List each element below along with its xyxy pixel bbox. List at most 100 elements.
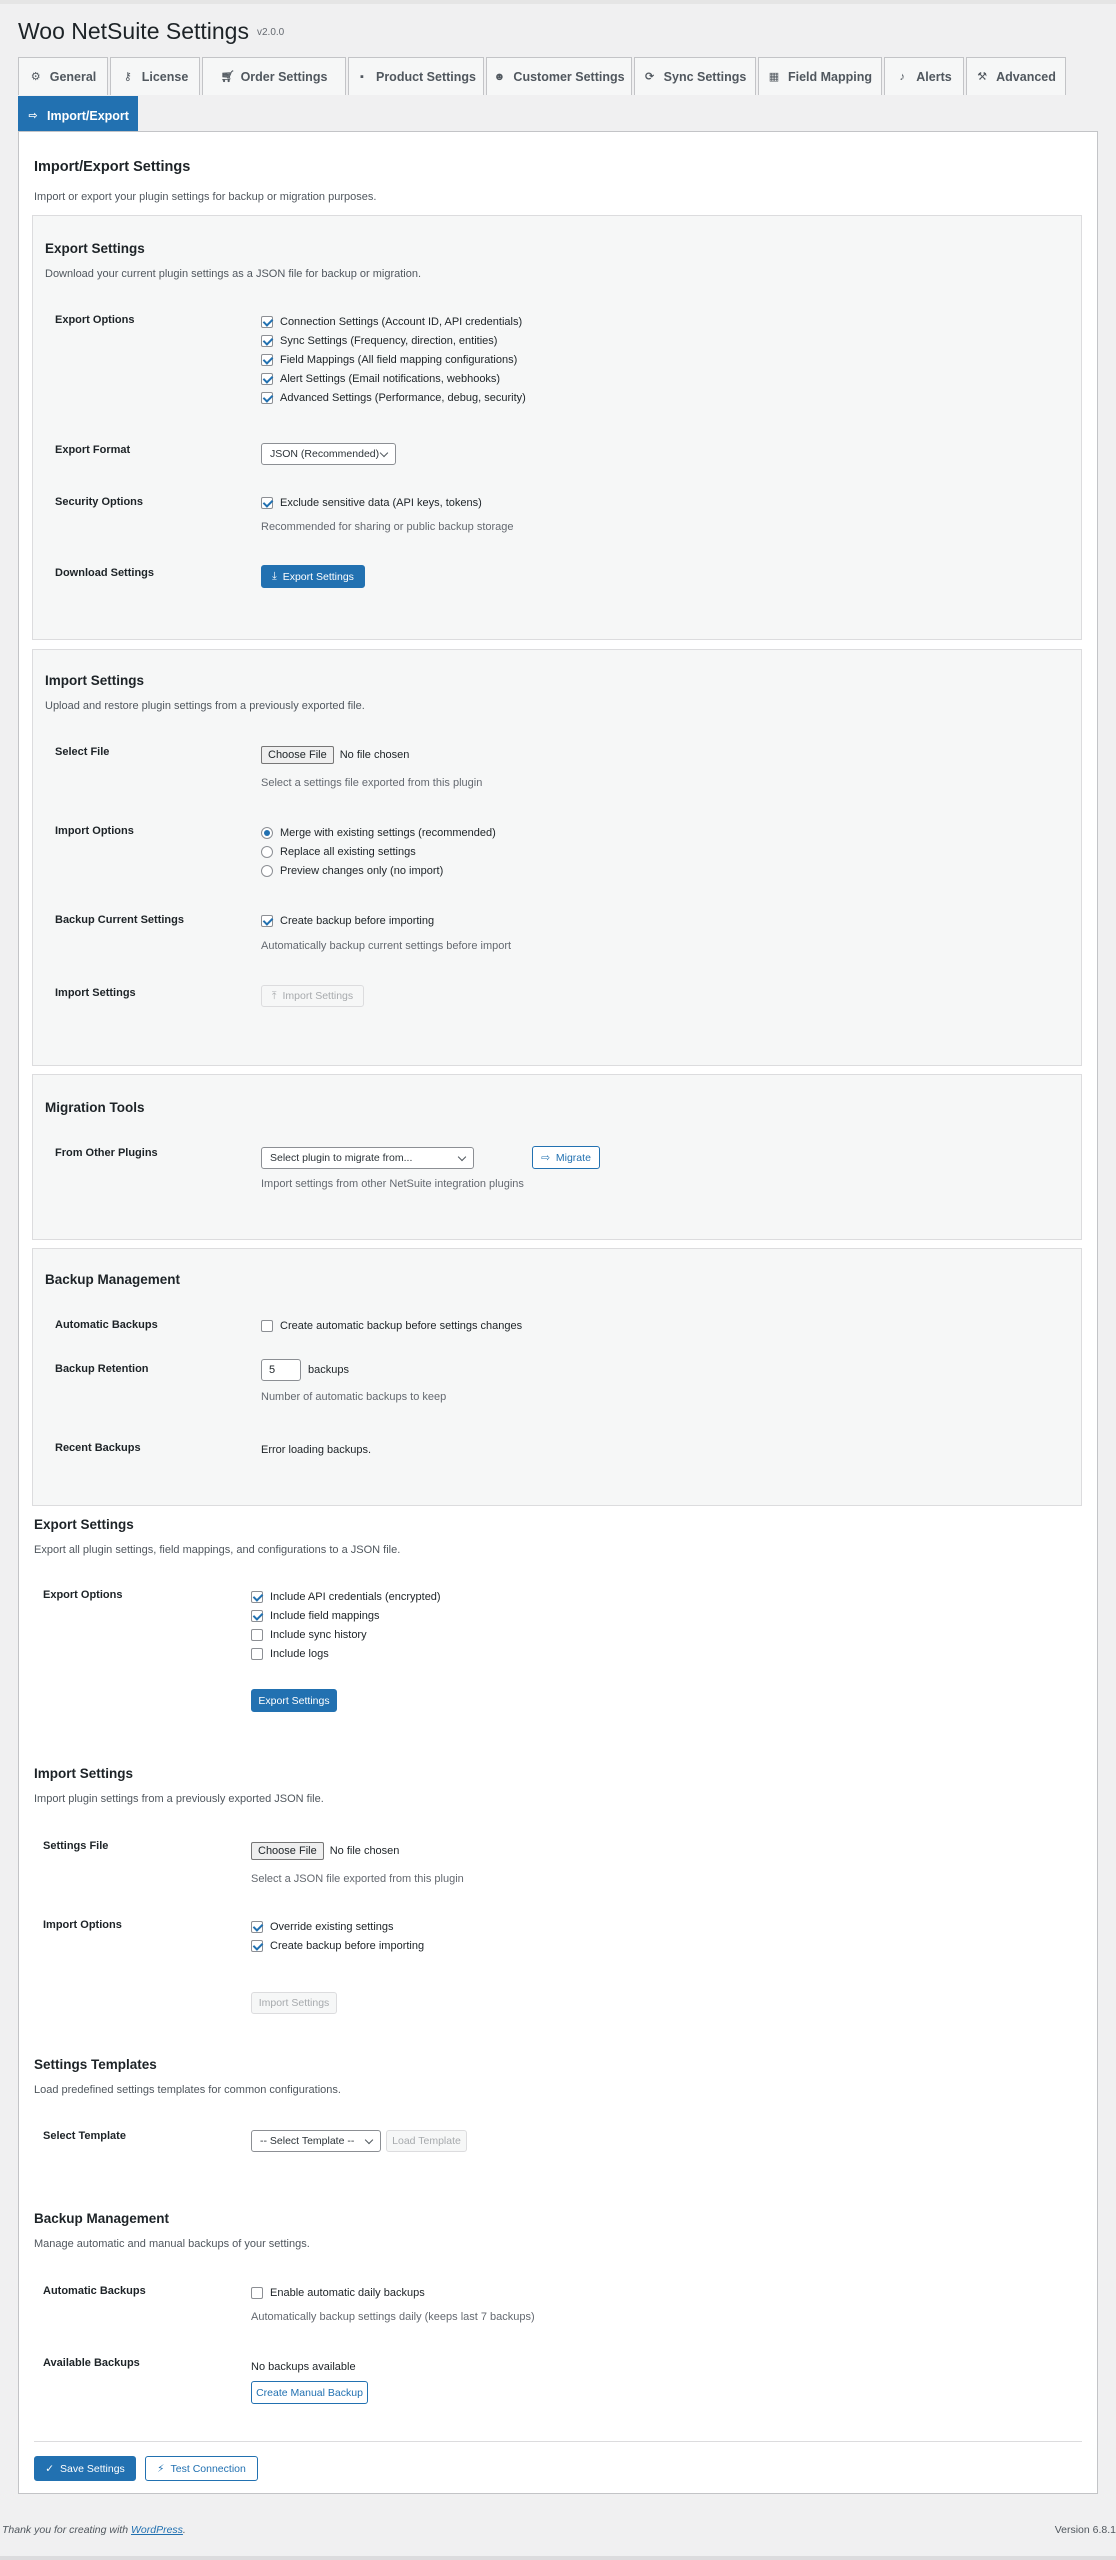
export2-option-sync-history[interactable]: Include sync history <box>251 1629 367 1641</box>
tab-sync-settings[interactable]: ⟳ Sync Settings <box>634 57 756 95</box>
upload-icon: ⤒ <box>271 989 277 1002</box>
checkbox[interactable] <box>261 1320 273 1332</box>
export2-option-credentials[interactable]: Include API credentials (encrypted) <box>251 1591 441 1603</box>
checkbox-label: Create automatic backup before settings … <box>280 1320 523 1332</box>
import-export-icon: ⇨ <box>28 110 38 122</box>
checkbox[interactable] <box>251 1610 263 1622</box>
import2-button[interactable]: Import Settings <box>251 1992 337 2014</box>
import2-file-help: Select a JSON file exported from this pl… <box>251 1873 464 1885</box>
radio-label: Preview changes only (no import) <box>280 865 444 877</box>
tab-label: Alerts <box>916 69 952 84</box>
button-label: Import Settings <box>282 990 354 1002</box>
load-template-button[interactable]: Load Template <box>386 2130 467 2152</box>
backup-management-box: Backup Management Automatic Backups Crea… <box>32 1248 1082 1506</box>
tab-product-settings[interactable]: ▪ Product Settings <box>348 57 484 95</box>
available-backups-value: No backups available <box>251 2361 356 2373</box>
import-option-merge[interactable]: Merge with existing settings (recommende… <box>261 827 496 839</box>
migrate-button[interactable]: ⇨ Migrate <box>532 1146 600 1169</box>
checkbox[interactable] <box>251 1921 263 1933</box>
import-settings-button[interactable]: ⤒ Import Settings <box>261 985 364 1007</box>
import-settings-label: Import Settings <box>55 987 136 999</box>
export-option-sync[interactable]: Sync Settings (Frequency, direction, ent… <box>261 335 497 347</box>
choose-file-button[interactable]: Choose File <box>261 746 334 764</box>
export-option-connection[interactable]: Connection Settings (Account ID, API cre… <box>261 316 522 328</box>
export2-option-field-mappings[interactable]: Include field mappings <box>251 1610 379 1622</box>
migration-help: Import settings from other NetSuite inte… <box>261 1178 524 1190</box>
templates-title: Settings Templates <box>34 2057 157 2072</box>
radio[interactable] <box>261 827 273 839</box>
checkbox[interactable] <box>261 354 273 366</box>
checkbox-label: Sync Settings (Frequency, direction, ent… <box>280 335 498 347</box>
exclude-sensitive-checkbox[interactable]: Exclude sensitive data (API keys, tokens… <box>261 497 482 509</box>
retention-unit: backups <box>308 1364 349 1376</box>
checkbox-label: Include field mappings <box>270 1610 380 1622</box>
choose-file-button[interactable]: Choose File <box>251 1842 324 1860</box>
checkbox[interactable] <box>261 373 273 385</box>
export-settings-button[interactable]: ⤓ Export Settings <box>261 565 365 588</box>
export2-button[interactable]: Export Settings <box>251 1689 337 1712</box>
checkbox[interactable] <box>261 392 273 404</box>
checkbox[interactable] <box>251 2287 263 2299</box>
tab-alerts[interactable]: ♪ Alerts <box>884 57 964 95</box>
import-options-label: Import Options <box>55 825 134 837</box>
checkbox[interactable] <box>261 335 273 347</box>
button-label: Load Template <box>392 2135 461 2147</box>
page-title-text: Woo NetSuite Settings <box>18 18 249 44</box>
admin-top-bar <box>0 0 1116 4</box>
radio[interactable] <box>261 846 273 858</box>
backup-help: Automatically backup current settings be… <box>261 940 512 952</box>
radio[interactable] <box>261 865 273 877</box>
tab-order-settings[interactable]: 🛒︎ Order Settings <box>202 57 346 95</box>
settings-file-input-2[interactable]: Choose File No file chosen <box>251 1842 399 1860</box>
retention-input[interactable]: 5 <box>261 1359 301 1381</box>
tab-import-export[interactable]: ⇨ Import/Export <box>18 96 138 134</box>
import-option-replace[interactable]: Replace all existing settings <box>261 846 416 858</box>
check-icon: ✓ <box>45 2462 54 2475</box>
settings-file-input[interactable]: Choose File No file chosen <box>261 746 409 764</box>
export-option-advanced[interactable]: Advanced Settings (Performance, debug, s… <box>261 392 526 404</box>
cart-icon: 🛒︎ <box>220 71 235 83</box>
import2-option-override[interactable]: Override existing settings <box>251 1921 394 1933</box>
test-connection-button[interactable]: ⚡ Test Connection <box>145 2456 258 2481</box>
export2-option-logs[interactable]: Include logs <box>251 1648 329 1660</box>
create-backup-checkbox[interactable]: Create backup before importing <box>261 915 434 927</box>
checkbox-label: Alert Settings (Email notifications, web… <box>280 373 501 385</box>
tab-general[interactable]: ⚙ General <box>18 57 108 95</box>
tab-license[interactable]: ⚷ License <box>110 57 200 95</box>
checkbox[interactable] <box>251 1629 263 1641</box>
wordpress-link[interactable]: WordPress <box>131 2524 183 2536</box>
tab-label: Customer Settings <box>513 69 625 84</box>
export-box-description: Download your current plugin settings as… <box>45 268 422 280</box>
select-file-label: Select File <box>55 746 110 758</box>
automatic-backups-label: Automatic Backups <box>55 1319 158 1331</box>
sync-icon: ⟳ <box>645 71 655 83</box>
export-option-field-mappings[interactable]: Field Mappings (All field mapping config… <box>261 354 517 366</box>
template-select[interactable]: -- Select Template -- <box>251 2130 381 2152</box>
chevron-down-icon <box>379 448 389 457</box>
migration-title: Migration Tools <box>45 1100 145 1115</box>
checkbox[interactable] <box>251 1940 263 1952</box>
export-option-alerts[interactable]: Alert Settings (Email notifications, web… <box>261 373 500 385</box>
auto-backup-checkbox[interactable]: Create automatic backup before settings … <box>261 1320 522 1332</box>
download-icon: ⤓ <box>272 570 277 582</box>
import-option-preview[interactable]: Preview changes only (no import) <box>261 865 443 877</box>
checkbox[interactable] <box>261 497 273 509</box>
export-options-label: Export Options <box>55 314 135 326</box>
tab-label: General <box>49 69 97 84</box>
export-settings-box: Export Settings Download your current pl… <box>32 215 1082 640</box>
tab-field-mapping[interactable]: ▦ Field Mapping <box>758 57 882 95</box>
tab-customer-settings[interactable]: ☻ Customer Settings <box>486 57 632 95</box>
checkbox[interactable] <box>261 915 273 927</box>
checkbox[interactable] <box>251 1648 263 1660</box>
import2-option-backup[interactable]: Create backup before importing <box>251 1940 424 1952</box>
checkbox[interactable] <box>261 316 273 328</box>
create-manual-backup-button[interactable]: Create Manual Backup <box>251 2381 368 2404</box>
export-format-select[interactable]: JSON (Recommended) <box>261 443 396 465</box>
checkbox[interactable] <box>251 1591 263 1603</box>
panel-title: Import/Export Settings <box>34 159 191 175</box>
migration-plugin-select[interactable]: Select plugin to migrate from... <box>261 1147 474 1169</box>
save-settings-button[interactable]: ✓ Save Settings <box>34 2456 136 2481</box>
daily-backup-checkbox[interactable]: Enable automatic daily backups <box>251 2287 425 2299</box>
select-value: -- Select Template -- <box>260 2135 355 2147</box>
tab-advanced[interactable]: ⚒ Advanced <box>966 57 1066 95</box>
